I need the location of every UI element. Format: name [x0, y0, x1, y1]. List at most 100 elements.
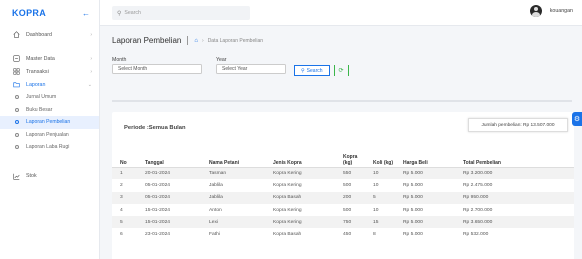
table-cell: Kopra Kering [273, 207, 302, 213]
table-cell: 450 [343, 232, 352, 238]
database-icon [13, 55, 20, 62]
table-cell: 2 [120, 182, 123, 188]
sidebar-subitem-label: Laporan Pembelian [26, 119, 71, 126]
chevron-right-icon: › [90, 68, 92, 75]
sidebar-subitem-label: Laporan Laba Rugi [26, 144, 70, 151]
sidebar-item-label: Master Data [26, 55, 55, 62]
table-cell: Rp 5.000 [400, 191, 460, 204]
table-cell: 500 [343, 182, 352, 188]
chevron-right-icon: › [202, 37, 204, 44]
column-header[interactable]: Nama Petani [206, 148, 270, 168]
table-cell: 15-01-2024 [145, 207, 171, 213]
column-header[interactable]: Harga Beli [400, 148, 460, 168]
table-cell: Rp 5.000 [403, 207, 423, 213]
brand-logo[interactable]: KOPRA [12, 8, 46, 18]
chevron-right-icon: › [90, 55, 92, 62]
report-card: Periode :Semua Bulan Jumlah pembelian: R… [112, 112, 574, 259]
column-header[interactable]: Total Pembelian [460, 148, 574, 168]
table-cell: Kopra Basah [270, 191, 340, 204]
table-cell: 3 [112, 191, 142, 204]
month-select[interactable]: Select Month [112, 64, 202, 74]
column-header[interactable]: Kopra (kg) [340, 148, 370, 168]
table-cell: Anton [209, 207, 222, 213]
table-cell: 4 [120, 207, 123, 213]
table-cell: 5 [112, 216, 142, 229]
table-cell: Rp 5.000 [400, 216, 460, 229]
year-select[interactable]: Select Year [216, 64, 286, 74]
table-cell: Rp 5.000 [403, 182, 423, 188]
sidebar-item-stok[interactable]: Stok [0, 170, 99, 183]
sidebar-item-master-data[interactable]: Master Data › [0, 52, 99, 65]
table-header-row: No Tanggal Nama Petani Jenis Kopra Kopra… [112, 148, 574, 168]
search-input[interactable]: ⚲ Search [112, 6, 250, 20]
home-icon [13, 31, 20, 38]
sidebar-nav: Dashboard › Master Data › Transaksi › La… [0, 26, 99, 183]
collapse-sidebar-icon[interactable]: ← [82, 9, 90, 18]
sidebar-item-laporan[interactable]: Laporan ⌄ [0, 78, 99, 91]
sidebar-subitem-laporan-penjualan[interactable]: Laporan Penjualan [0, 129, 99, 142]
table-cell: 1 [112, 167, 142, 180]
table-cell: 550 [340, 167, 370, 180]
table-cell: Kopra Kering [273, 182, 302, 188]
sidebar-item-dashboard[interactable]: Dashboard › [0, 28, 99, 41]
table-cell: 6 [120, 232, 123, 238]
sidebar-item-transaksi[interactable]: Transaksi › [0, 65, 99, 78]
sidebar-item-label: Stok [26, 173, 37, 179]
refresh-icon[interactable]: ⟳ [339, 65, 344, 76]
table-cell: 10 [373, 207, 379, 213]
table-cell: Jablila [209, 182, 223, 188]
column-header[interactable]: Tanggal [142, 148, 206, 168]
circle-icon [15, 95, 19, 100]
sidebar-subitem-jurnal-umum[interactable]: Jurnal Umum [0, 91, 99, 104]
folder-icon [13, 81, 20, 88]
table-cell: Lexi [206, 216, 270, 229]
table-cell: Rp 3.650.000 [460, 216, 574, 229]
table-cell: Fathi [209, 232, 220, 238]
sidebar-subitem-label: Laporan Penjualan [26, 131, 69, 138]
table-row: 5 15-01-2024 Lexi Kopra Kering 750 15 Rp… [112, 216, 574, 229]
total-purchase-box: Jumlah pembelian: Rp 13.507.000 [468, 118, 568, 132]
table-row: 4 15-01-2024 Anton Kopra Kering 500 10 R… [112, 204, 574, 216]
column-header[interactable]: Koli (kg) [370, 148, 400, 168]
title-divider [187, 36, 189, 45]
avatar[interactable] [529, 5, 542, 17]
table-cell: 500 [343, 207, 352, 213]
button-divider [347, 65, 349, 76]
chevron-down-icon: ⌄ [87, 81, 92, 88]
month-field: Month Select Month [112, 57, 202, 74]
page-header: Laporan Pembelian ⌂ › Data Laporan Pembe… [112, 36, 263, 45]
sidebar-subitem-laporan-laba-rugi[interactable]: Laporan Laba Rugi [0, 141, 99, 154]
user-name: kouangan [549, 8, 573, 14]
sidebar-subitem-label: Jurnal Umum [26, 94, 57, 101]
table-cell: Rp 532.000 [463, 232, 489, 238]
filter-bar: Month Select Month Year Select Year ⚲ Se… [112, 57, 349, 76]
table-cell: 8 [373, 232, 376, 238]
circle-icon [15, 120, 19, 125]
table-cell: 750 [340, 216, 370, 229]
sidebar-subitem-laporan-pembelian[interactable]: Laporan Pembelian [0, 116, 99, 129]
column-header[interactable]: Jenis Kopra [270, 148, 340, 168]
table-cell: Tasman [206, 167, 270, 180]
sidebar-item-label: Dashboard [26, 31, 52, 38]
year-field: Year Select Year [216, 57, 286, 74]
sidebar-subitem-buku-besar[interactable]: Buku Besar [0, 104, 99, 117]
user-menu[interactable]: kouangan [529, 5, 573, 17]
table-row: 1 20-01-2024 Tasman Kopra Kering 550 10 … [112, 167, 574, 180]
grid-icon [13, 68, 20, 75]
table-cell: Rp 3.200.000 [460, 167, 574, 180]
home-icon[interactable]: ⌂ [194, 38, 198, 44]
column-header[interactable]: No [112, 148, 142, 168]
circle-icon [15, 132, 19, 137]
settings-gear-icon[interactable]: ⚙ [572, 112, 582, 126]
section-divider [112, 100, 572, 102]
table-row: 3 05-01-2024 Jablila Kopra Basah 200 5 R… [112, 191, 574, 204]
table-cell: 5 [370, 191, 400, 204]
search-button[interactable]: ⚲ Search [294, 65, 330, 76]
table-cell: Kopra Kering [270, 167, 340, 180]
chart-icon [13, 173, 20, 180]
table-cell: Jablila [206, 191, 270, 204]
year-label: Year [216, 57, 227, 63]
search-button-label: Search [306, 67, 323, 74]
table-cell: Rp 950.000 [460, 191, 574, 204]
breadcrumb: Data Laporan Pembelian [207, 37, 264, 44]
